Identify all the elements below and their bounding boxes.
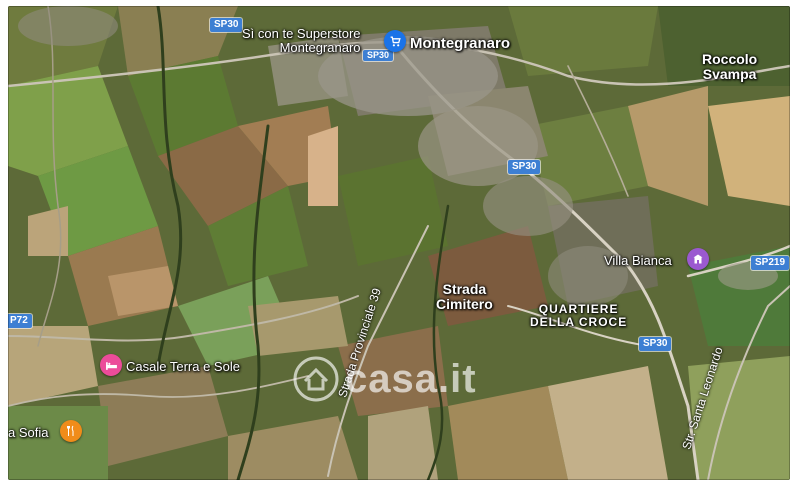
road-shield-sp30-small: SP30 — [363, 50, 394, 61]
quartiere-della-croce-label[interactable]: QUARTIERE DELLA CROCE — [530, 302, 628, 330]
road-shield-sp30: SP30 — [210, 18, 243, 32]
villa-bianca-label[interactable]: Villa Bianca — [604, 253, 672, 268]
strada-line2: Cimitero — [436, 296, 493, 313]
sofia-label[interactable]: a Sofia — [8, 425, 48, 440]
road-shield-sp30-mid: SP30 — [508, 160, 541, 174]
road-shield-sp72: P72 — [8, 314, 32, 328]
watermark: casa.it — [293, 356, 477, 402]
superstore-label[interactable]: Sì con te Superstore Montegranaro — [242, 26, 361, 56]
road-shield-sp30-low: SP30 — [639, 337, 672, 351]
satellite-imagery — [8, 6, 790, 480]
road-shield-sp219: SP219 — [751, 256, 790, 270]
watermark-text: casa.it — [345, 356, 477, 401]
quartiere-line2: DELLA CROCE — [530, 315, 628, 330]
restaurant-icon[interactable] — [60, 420, 82, 442]
shopping-cart-icon[interactable] — [384, 30, 406, 52]
bed-icon[interactable] — [100, 354, 122, 376]
map-viewport[interactable]: SP30 SP30 SP30 SP30 SP219 P72 Sì con te … — [8, 6, 790, 480]
casale-terra-e-sole-label[interactable]: Casale Terra e Sole — [126, 359, 240, 374]
superstore-label-line2: Montegranaro — [279, 40, 361, 56]
strada-cimitero-label[interactable]: Strada Cimitero — [436, 281, 493, 313]
house-logo-icon — [293, 356, 339, 402]
roccolo-line2: Svampa — [702, 66, 757, 83]
building-icon[interactable] — [687, 248, 709, 270]
montegranaro-label[interactable]: Montegranaro — [410, 35, 510, 53]
roccolo-svampa-label[interactable]: Roccolo Svampa — [702, 51, 757, 83]
